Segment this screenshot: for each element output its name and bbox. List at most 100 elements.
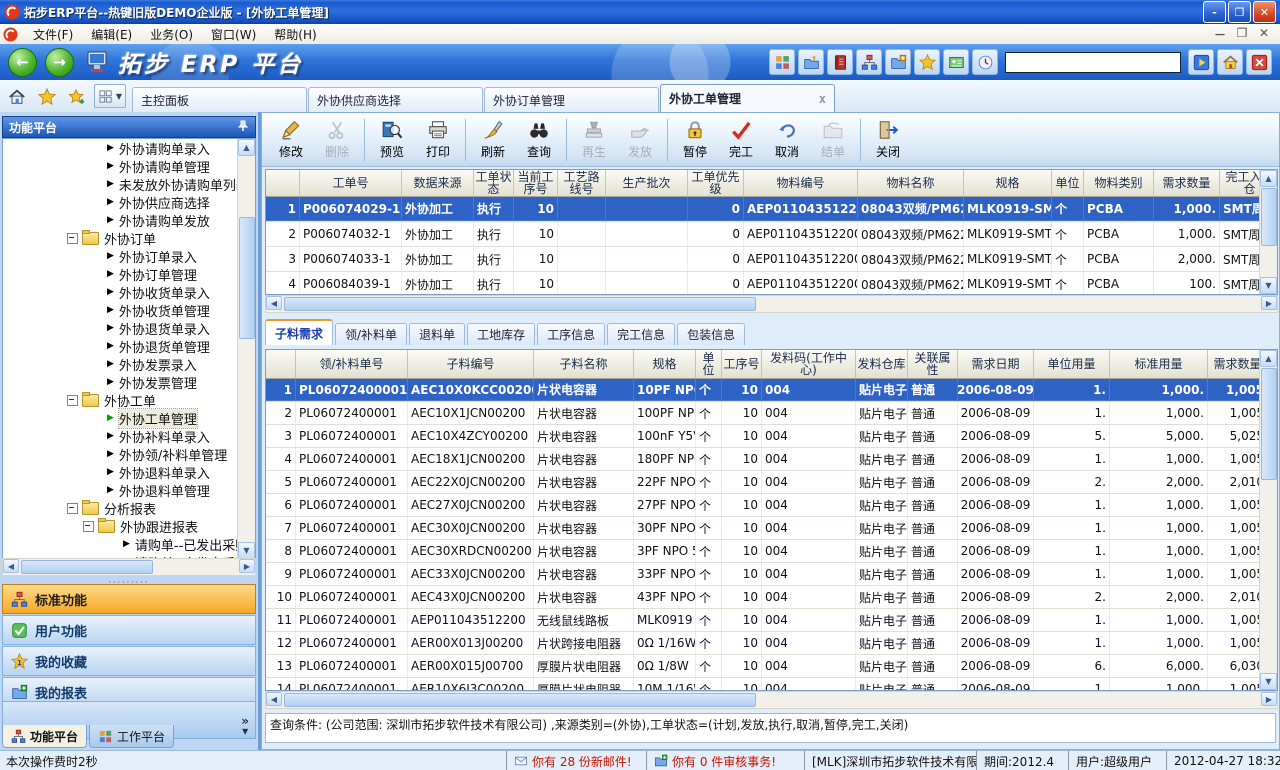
- table-row[interactable]: 10PL06072400001AEC43X0JCN00200片状电容器43PF …: [266, 586, 1277, 609]
- tree-item-外协收货单录入[interactable]: ▶外协收货单录入: [3, 283, 255, 301]
- layout-icon[interactable]: [769, 49, 795, 75]
- tree-item-外协跟进报表[interactable]: 外协跟进报表: [3, 517, 255, 535]
- table-row[interactable]: 8PL06072400001AEC30XRDCN00200片状电容器3PF NP…: [266, 540, 1277, 563]
- table-row[interactable]: 1PL06072400001AEC10X0KCC00200片状电容器10PF N…: [266, 379, 1277, 402]
- column-header[interactable]: 子料编号: [408, 350, 534, 378]
- table-row[interactable]: 13PL06072400001AER00X015J00700厚膜片状电阻器0Ω …: [266, 655, 1277, 678]
- new-report-icon[interactable]: [885, 49, 911, 75]
- column-header[interactable]: 发料码(工作中心): [762, 350, 856, 378]
- column-header[interactable]: 工单状态: [474, 170, 514, 196]
- column-header[interactable]: 单位: [1052, 170, 1084, 196]
- tree-item-外协请购单发放[interactable]: ▶外协请购单发放: [3, 211, 255, 229]
- exit-icon[interactable]: [1246, 49, 1272, 75]
- column-header[interactable]: 工序号: [722, 350, 762, 378]
- tab-外协工单管理[interactable]: 外协工单管理x: [660, 84, 835, 112]
- table-row[interactable]: 6PL06072400001AEC27X0JCN00200片状电容器27PF N…: [266, 494, 1277, 517]
- table-row[interactable]: 12PL06072400001AER00X013J00200片状跨接电阻器0Ω …: [266, 632, 1277, 655]
- scroll-right-arrow[interactable]: ▶: [239, 559, 255, 573]
- favorite-star-icon[interactable]: [914, 49, 940, 75]
- column-header[interactable]: 单位用量: [1034, 350, 1110, 378]
- scroll-up-arrow[interactable]: ▲: [238, 139, 255, 156]
- panel-标准功能[interactable]: 标准功能: [2, 584, 256, 614]
- tree-item-外协请购单管理[interactable]: ▶外协请购单管理: [3, 157, 255, 175]
- favorites-icon[interactable]: [36, 86, 58, 108]
- table-row[interactable]: 4PL06072400001AEC18X1JCN00200片状电容器180PF …: [266, 448, 1277, 471]
- column-header[interactable]: 物料类别: [1084, 170, 1154, 196]
- detail-tab-工地库存[interactable]: 工地库存: [467, 323, 535, 345]
- home-nav-icon[interactable]: [1217, 49, 1243, 75]
- menu-窗[interactable]: 窗口(W): [202, 26, 265, 44]
- tab-外协供应商选择[interactable]: 外协供应商选择: [308, 87, 483, 112]
- tree-item-外协发票录入[interactable]: ▶外协发票录入: [3, 355, 255, 373]
- tree-item-分析报表[interactable]: 分析报表: [3, 499, 255, 517]
- tree-item-外协收货单管理[interactable]: ▶外协收货单管理: [3, 301, 255, 319]
- close-button[interactable]: ✕: [1253, 1, 1276, 23]
- panel-我的收藏[interactable]: 1我的收藏: [2, 646, 256, 676]
- column-header[interactable]: 领/补料单号: [296, 350, 408, 378]
- tab-外协订单管理[interactable]: 外协订单管理: [484, 87, 659, 112]
- tree-item-外协订单[interactable]: 外协订单: [3, 229, 255, 247]
- column-header[interactable]: 规格: [634, 350, 696, 378]
- column-header[interactable]: 关联属性: [908, 350, 958, 378]
- table-row[interactable]: 9PL06072400001AEC33X0JCN00200片状电容器33PF N…: [266, 563, 1277, 586]
- column-header[interactable]: 物料编号: [744, 170, 858, 196]
- forward-button[interactable]: →: [45, 48, 74, 77]
- scroll-left-arrow[interactable]: ◀: [266, 296, 282, 310]
- scroll-thumb[interactable]: [239, 217, 255, 339]
- print-button[interactable]: 打印: [415, 117, 461, 163]
- restore-button[interactable]: ❐: [1228, 1, 1251, 23]
- column-header[interactable]: 发料仓库: [856, 350, 908, 378]
- table-row[interactable]: 3P006074033-1外协加工执行100AEP011043512200-SM…: [266, 247, 1277, 272]
- org-chart-icon[interactable]: [856, 49, 882, 75]
- contact-card-icon[interactable]: [943, 49, 969, 75]
- scroll-down-arrow[interactable]: ▼: [1260, 277, 1277, 294]
- table-row[interactable]: 2PL06072400001AEC10X1JCN00200片状电容器100PF …: [266, 402, 1277, 425]
- tree-vertical-scrollbar[interactable]: ▲▼: [237, 139, 255, 559]
- tree-item-外协退货单管理[interactable]: ▶外协退货单管理: [3, 337, 255, 355]
- run-icon[interactable]: [1188, 49, 1214, 75]
- scroll-down-arrow[interactable]: ▼: [238, 542, 255, 559]
- materials-horizontal-scrollbar[interactable]: ◀ ▶: [265, 691, 1278, 709]
- preview-button[interactable]: 预览: [369, 117, 415, 163]
- detail-tab-工序信息[interactable]: 工序信息: [537, 323, 605, 345]
- column-header[interactable]: 子料名称: [534, 350, 634, 378]
- address-book-icon[interactable]: [827, 49, 853, 75]
- pause-button[interactable]: 暂停: [672, 117, 718, 163]
- sidebar-tab-功能平台[interactable]: 功能平台: [2, 725, 87, 748]
- scroll-thumb[interactable]: [1261, 368, 1277, 480]
- tab-主控面板[interactable]: 主控面板: [132, 87, 307, 112]
- menu-文[interactable]: 文件(F): [24, 26, 82, 44]
- table-row[interactable]: 2P006074032-1外协加工执行100AEP011043512200-SM…: [266, 222, 1277, 247]
- scroll-right-arrow[interactable]: ▶: [1261, 296, 1277, 310]
- tree-item-外协退料单管理[interactable]: ▶外协退料单管理: [3, 481, 255, 499]
- tree-item-外协订单管理[interactable]: ▶外协订单管理: [3, 265, 255, 283]
- column-header[interactable]: 标准用量: [1110, 350, 1208, 378]
- scroll-thumb[interactable]: [1261, 188, 1277, 246]
- column-header[interactable]: 单位: [696, 350, 722, 378]
- door-close-button[interactable]: 关闭: [865, 117, 911, 163]
- table-row[interactable]: 5PL06072400001AEC22X0JCN00200片状电容器22PF N…: [266, 471, 1277, 494]
- back-button[interactable]: ←: [8, 48, 37, 77]
- refresh-button[interactable]: 刷新: [470, 117, 516, 163]
- mdi-close-button[interactable]: ✕: [1256, 26, 1272, 43]
- scroll-down-arrow[interactable]: ▼: [1260, 673, 1277, 690]
- scroll-left-arrow[interactable]: ◀: [3, 559, 19, 573]
- export-icon[interactable]: [798, 49, 824, 75]
- column-header[interactable]: 工单号: [300, 170, 402, 196]
- tree-item-外协发票管理[interactable]: ▶外协发票管理: [3, 373, 255, 391]
- column-header[interactable]: 数据来源: [402, 170, 474, 196]
- scroll-thumb[interactable]: [284, 693, 756, 707]
- scroll-thumb[interactable]: [284, 297, 756, 311]
- table-row[interactable]: 3PL06072400001AEC10X4ZCY00200片状电容器100nF …: [266, 425, 1277, 448]
- tree-item-外协订单录入[interactable]: ▶外协订单录入: [3, 247, 255, 265]
- column-header[interactable]: 工单优先级: [688, 170, 744, 196]
- add-favorite-icon[interactable]: [66, 86, 88, 108]
- expand-icon[interactable]: [67, 233, 78, 244]
- window-list-button[interactable]: ▼: [94, 84, 126, 108]
- column-header[interactable]: 当前工序号: [514, 170, 558, 196]
- sidebar-tab-工作平台[interactable]: 工作平台: [89, 725, 174, 748]
- table-row[interactable]: 7PL06072400001AEC30X0JCN00200片状电容器30PF N…: [266, 517, 1277, 540]
- table-row[interactable]: 14PL06072400001AER10X6J3C00200厚膜片状电阻器10M…: [266, 678, 1277, 691]
- expand-icon[interactable]: [67, 503, 78, 514]
- detail-tab-退料单[interactable]: 退料单: [409, 323, 465, 345]
